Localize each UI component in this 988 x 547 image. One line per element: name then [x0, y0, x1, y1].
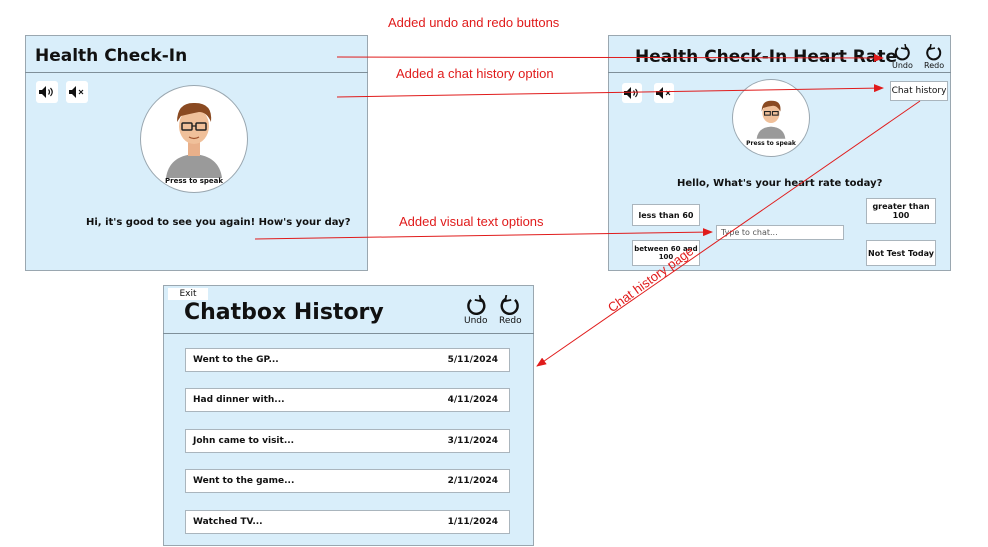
arrow-chat-history — [336, 84, 884, 98]
annotation-visual-text: Added visual text options — [399, 214, 544, 229]
arrow-undo-redo — [336, 53, 884, 62]
annotation-arrows — [254, 53, 921, 367]
annotation-undo-redo: Added undo and redo buttons — [388, 15, 560, 30]
annotation-chat-history: Added a chat history option — [396, 66, 554, 81]
arrow-visual-text — [254, 228, 713, 240]
